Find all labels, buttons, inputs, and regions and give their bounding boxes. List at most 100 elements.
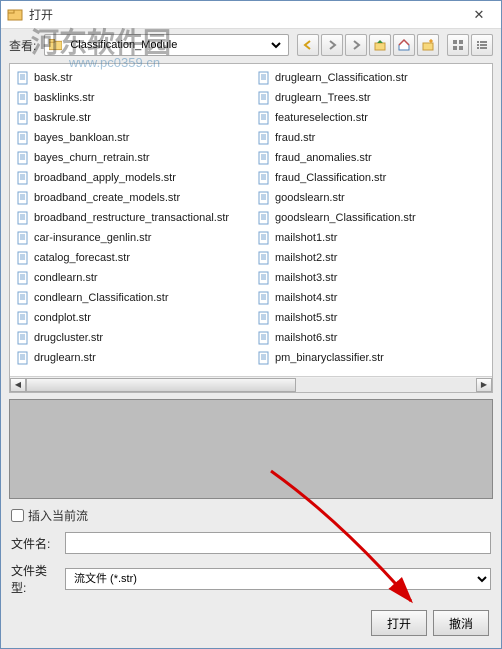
list-view-button[interactable] <box>471 34 493 56</box>
file-item[interactable]: mailshot3.str <box>253 268 490 288</box>
file-name: bayes_churn_retrain.str <box>34 152 150 164</box>
scroll-left-button[interactable]: ◀ <box>10 378 26 392</box>
file-column-left: bask.str basklinks.strbaskrule.str bayes_b… <box>10 64 251 376</box>
file-name: broadband_create_models.str <box>34 192 180 204</box>
forward-button[interactable] <box>345 34 367 56</box>
file-item[interactable]: drugcluster.str <box>12 328 249 348</box>
file-item[interactable]: bayes_bankloan.str <box>12 128 249 148</box>
file-name: fraud.str <box>275 132 315 144</box>
window-title: 打开 <box>29 6 463 23</box>
file-item[interactable]: mailshot5.str <box>253 308 490 328</box>
document-icon <box>257 211 271 225</box>
file-item[interactable]: mailshot4.str <box>253 288 490 308</box>
file-name: druglearn_Trees.str <box>275 92 371 104</box>
file-name: featureselection.str <box>275 112 368 124</box>
document-icon <box>16 171 30 185</box>
document-icon <box>257 111 271 125</box>
file-item[interactable]: broadband_restructure_transactional.str <box>12 208 249 228</box>
document-icon <box>257 251 271 265</box>
file-item[interactable]: druglearn_Trees.str <box>253 88 490 108</box>
close-button[interactable]: ✕ <box>463 5 495 25</box>
document-icon <box>257 271 271 285</box>
file-name: catalog_forecast.str <box>34 252 130 264</box>
file-name: mailshot5.str <box>275 312 337 324</box>
file-name: pm_binaryclassifier.str <box>275 352 384 364</box>
icon-view-button[interactable] <box>447 34 469 56</box>
file-item[interactable]: druglearn_Classification.str <box>253 68 490 88</box>
file-item[interactable]: condlearn_Classification.str <box>12 288 249 308</box>
up-button[interactable] <box>369 34 391 56</box>
file-name: broadband_apply_models.str <box>34 172 176 184</box>
document-icon <box>16 231 30 245</box>
document-icon <box>257 91 271 105</box>
insert-stream-label: 插入当前流 <box>28 507 88 524</box>
file-item[interactable]: mailshot6.str <box>253 328 490 348</box>
filetype-label: 文件类型: <box>11 562 57 596</box>
filename-input[interactable] <box>65 532 491 554</box>
file-name: goodslearn.str <box>275 192 345 204</box>
document-icon <box>257 171 271 185</box>
file-item[interactable]: goodslearn.str <box>253 188 490 208</box>
file-name: fraud_Classification.str <box>275 172 386 184</box>
file-item[interactable]: baskrule.str <box>12 108 249 128</box>
location-select[interactable]: Classification_Module <box>66 38 284 52</box>
document-icon <box>16 111 30 125</box>
document-icon <box>16 311 30 325</box>
file-item[interactable]: car-insurance_genlin.str <box>12 228 249 248</box>
file-name: car-insurance_genlin.str <box>34 232 151 244</box>
file-item[interactable]: broadband_create_models.str <box>12 188 249 208</box>
document-icon <box>257 71 271 85</box>
file-list: bask.str basklinks.strbaskrule.str bayes_b… <box>9 63 493 393</box>
document-icon <box>16 291 30 305</box>
document-icon <box>257 351 271 365</box>
app-icon <box>7 7 23 23</box>
file-item[interactable]: bask.str <box>12 68 249 88</box>
location-dropdown[interactable]: Classification_Module <box>44 34 289 56</box>
document-icon <box>257 231 271 245</box>
file-item[interactable]: broadband_apply_models.str <box>12 168 249 188</box>
recent-button[interactable] <box>321 34 343 56</box>
back-button[interactable] <box>297 34 319 56</box>
file-item[interactable]: fraud.str <box>253 128 490 148</box>
home-button[interactable] <box>393 34 415 56</box>
document-icon <box>16 71 30 85</box>
document-icon <box>257 151 271 165</box>
filetype-row: 文件类型: 流文件 (*.str) <box>1 558 501 600</box>
file-item[interactable]: condplot.str <box>12 308 249 328</box>
cancel-button[interactable]: 撤消 <box>433 610 489 636</box>
file-item[interactable]: mailshot1.str <box>253 228 490 248</box>
file-name: bayes_bankloan.str <box>34 132 129 144</box>
file-item[interactable]: catalog_forecast.str <box>12 248 249 268</box>
file-name: mailshot6.str <box>275 332 337 344</box>
file-item[interactable]: druglearn.str <box>12 348 249 368</box>
file-item[interactable]: fraud_Classification.str <box>253 168 490 188</box>
file-item[interactable]: pm_binaryclassifier.str <box>253 348 490 368</box>
dialog-buttons: 打开 撤消 <box>1 600 501 648</box>
file-name: mailshot3.str <box>275 272 337 284</box>
document-icon <box>16 191 30 205</box>
file-name: mailshot4.str <box>275 292 337 304</box>
scroll-thumb[interactable] <box>26 378 296 392</box>
horizontal-scrollbar[interactable]: ◀ ▶ <box>10 376 492 392</box>
file-item[interactable]: goodslearn_Classification.str <box>253 208 490 228</box>
file-item[interactable]: fraud_anomalies.str <box>253 148 490 168</box>
file-item[interactable]: featureselection.str <box>253 108 490 128</box>
document-icon <box>16 131 30 145</box>
scroll-track[interactable] <box>26 378 476 392</box>
new-folder-button[interactable] <box>417 34 439 56</box>
file-item[interactable]: condlearn.str <box>12 268 249 288</box>
file-name: mailshot2.str <box>275 252 337 264</box>
file-item[interactable]: basklinks.str <box>12 88 249 108</box>
file-name: broadband_restructure_transactional.str <box>34 212 229 224</box>
file-item[interactable]: bayes_churn_retrain.str <box>12 148 249 168</box>
document-icon <box>16 351 30 365</box>
file-item[interactable]: mailshot2.str <box>253 248 490 268</box>
document-icon <box>16 91 30 105</box>
file-name: bask.str <box>34 72 73 84</box>
open-button[interactable]: 打开 <box>371 610 427 636</box>
filetype-select[interactable]: 流文件 (*.str) <box>65 568 491 590</box>
preview-pane <box>9 399 493 499</box>
insert-stream-checkbox[interactable] <box>11 509 24 522</box>
scroll-right-button[interactable]: ▶ <box>476 378 492 392</box>
filename-label: 文件名: <box>11 535 57 552</box>
